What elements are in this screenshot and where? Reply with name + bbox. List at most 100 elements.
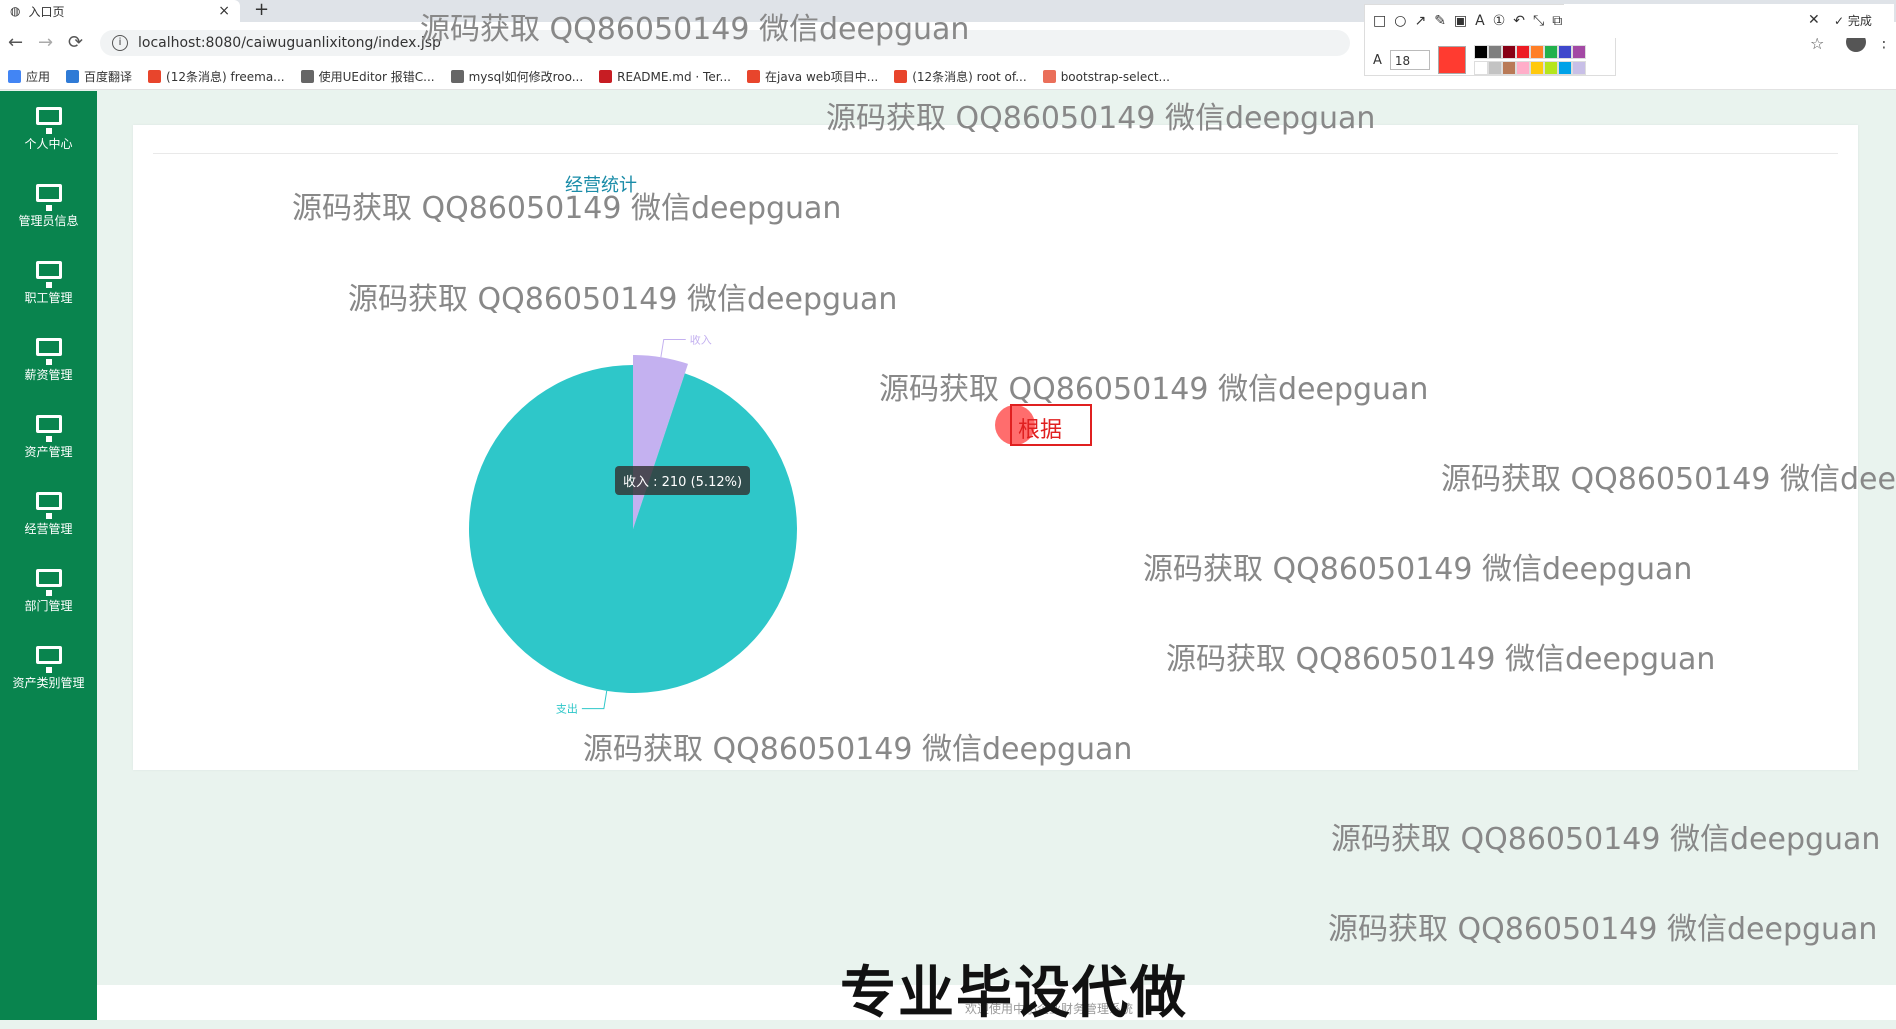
apps-icon — [8, 70, 21, 83]
sidebar-item-label: 部门管理 — [24, 599, 73, 613]
annotation-text: 根据 — [1018, 418, 1063, 443]
sidebar-item[interactable]: 资产类别管理 — [0, 630, 97, 707]
palette-swatch[interactable] — [1473, 45, 1488, 59]
promo-caption: 专业毕设代做 — [840, 961, 1188, 1026]
csdn-icon — [148, 70, 162, 83]
bookmark-label: (12条消息) freema... — [166, 70, 285, 84]
capture-tool-icon[interactable]: ⤡ — [1533, 13, 1544, 29]
palette-swatch[interactable] — [1543, 45, 1558, 59]
reload-icon[interactable]: ⟳ — [68, 32, 83, 53]
gitee-icon — [599, 70, 613, 83]
monitor-icon — [35, 492, 62, 519]
watermark: 源码获取 QQ86050149 微信deepguan — [879, 372, 1429, 407]
watermark: 源码获取 QQ86050149 微信deepguan — [583, 732, 1133, 767]
new-tab-button[interactable]: + — [254, 0, 269, 22]
pie-label: 支出 — [556, 702, 578, 716]
jianshu-icon — [1042, 70, 1056, 83]
sidebar-item-label: 资产类别管理 — [12, 676, 85, 690]
watermark: 源码获取 QQ86050149 微信deepguan — [1328, 912, 1878, 947]
capture-done-button[interactable]: ✓ 完成 — [1834, 12, 1872, 29]
monitor-icon — [35, 107, 62, 134]
palette-swatch[interactable] — [1557, 45, 1572, 59]
watermark: 源码获取 QQ86050149 微信deepguan — [348, 282, 898, 317]
sidebar-item[interactable]: 经营管理 — [0, 476, 97, 553]
sidebar-item[interactable]: 管理员信息 — [0, 168, 97, 245]
current-color-swatch[interactable] — [1437, 46, 1466, 74]
bookmark-item[interactable]: 百度翻译 — [66, 68, 132, 85]
capture-tool-icon[interactable]: ① — [1493, 13, 1506, 29]
sidebar-item-label: 薪资管理 — [24, 368, 73, 382]
palette-swatch[interactable] — [1557, 61, 1572, 75]
bookmark-item[interactable]: bootstrap-select... — [1042, 70, 1170, 84]
palette-swatch[interactable] — [1501, 61, 1516, 75]
pie-slice[interactable] — [468, 365, 797, 693]
pie-chart: 收入支出 — [468, 335, 797, 716]
bookmark-item[interactable]: 在java web项目中... — [747, 68, 878, 85]
font-size-select[interactable]: 18 — [1389, 50, 1430, 70]
browser-tab[interactable]: ◍ 入口页 × — [0, 0, 240, 22]
info-icon[interactable]: i — [112, 35, 128, 51]
capture-tool-icon[interactable]: ✎ — [1434, 13, 1446, 29]
watermark: 源码获取 QQ86050149 微信deepguan — [1166, 642, 1716, 677]
close-tab-icon[interactable]: × — [218, 3, 230, 19]
palette-swatch[interactable] — [1571, 45, 1586, 59]
bookmark-item[interactable]: 使用UEditor 报错C... — [300, 68, 435, 85]
capture-tool-icon[interactable]: ↶ — [1513, 13, 1525, 29]
sidebar-item[interactable]: 资产管理 — [0, 399, 97, 476]
capture-tool-icon[interactable]: A — [1475, 13, 1485, 29]
capture-tool-icon[interactable]: ↗ — [1414, 13, 1426, 29]
sidebar-item-label: 经营管理 — [24, 522, 73, 536]
bookmark-item[interactable]: 应用 — [8, 68, 50, 85]
monitor-icon — [35, 415, 62, 442]
pie-label: 收入 — [690, 335, 712, 346]
monitor-icon — [35, 261, 62, 288]
watermark: 源码获取 QQ86050149 微信deepguan — [1331, 822, 1881, 857]
sidebar: 个人中心管理员信息职工管理薪资管理资产管理经营管理部门管理资产类别管理 — [0, 91, 97, 1020]
sidebar-item[interactable]: 部门管理 — [0, 553, 97, 630]
palette-swatch[interactable] — [1515, 45, 1530, 59]
palette-swatch[interactable] — [1529, 45, 1544, 59]
pie-label-line — [660, 338, 686, 358]
capture-tool-icon[interactable]: ⧉ — [1552, 13, 1562, 29]
capture-tool-icon[interactable]: ▣ — [1454, 13, 1467, 29]
capture-font-row: A 18 — [1373, 45, 1586, 75]
color-palette — [1473, 45, 1586, 75]
back-icon[interactable]: ← — [8, 32, 23, 53]
forward-icon[interactable]: → — [38, 32, 53, 53]
sidebar-item[interactable]: 职工管理 — [0, 245, 97, 322]
bookmark-item[interactable]: (12条消息) freema... — [148, 68, 285, 85]
monitor-icon — [35, 646, 62, 673]
bookmark-label: 使用UEditor 报错C... — [318, 70, 435, 84]
palette-swatch[interactable] — [1473, 61, 1488, 75]
palette-swatch[interactable] — [1487, 45, 1502, 59]
csdn-icon — [894, 70, 908, 83]
sidebar-item-label: 管理员信息 — [18, 214, 79, 228]
capture-close-icon[interactable]: ✕ — [1808, 12, 1820, 28]
text-size-icon: A — [1373, 52, 1382, 68]
palette-swatch[interactable] — [1487, 61, 1502, 75]
bookmark-item[interactable]: mysql如何修改roo... — [450, 68, 584, 85]
pie-label-line — [581, 690, 608, 710]
monitor-icon — [35, 338, 62, 365]
site-icon — [450, 70, 464, 83]
palette-swatch[interactable] — [1501, 45, 1516, 59]
monitor-icon — [35, 184, 62, 211]
sidebar-item[interactable]: 个人中心 — [0, 91, 97, 168]
palette-swatch[interactable] — [1571, 61, 1586, 75]
bookmark-label: mysql如何修改roo... — [468, 70, 584, 84]
chart-tooltip: 收入 : 210 (5.12%) — [615, 466, 751, 495]
site-icon — [300, 70, 314, 83]
monitor-icon — [35, 569, 62, 596]
bookmark-item[interactable]: (12条消息) root of... — [894, 68, 1027, 85]
palette-swatch[interactable] — [1529, 61, 1544, 75]
palette-swatch[interactable] — [1515, 61, 1530, 75]
capture-tool-icon[interactable]: □ — [1373, 13, 1386, 29]
globe-icon: ◍ — [10, 4, 21, 18]
card-divider — [153, 153, 1838, 154]
sidebar-item[interactable]: 薪资管理 — [0, 322, 97, 399]
capture-tool-icon[interactable]: ○ — [1394, 13, 1406, 29]
watermark: 源码获取 QQ86050149 微信deepguan — [826, 101, 1376, 136]
bookmark-label: (12条消息) root of... — [912, 70, 1027, 84]
bookmark-item[interactable]: README.md · Ter... — [599, 70, 731, 84]
palette-swatch[interactable] — [1543, 61, 1558, 75]
